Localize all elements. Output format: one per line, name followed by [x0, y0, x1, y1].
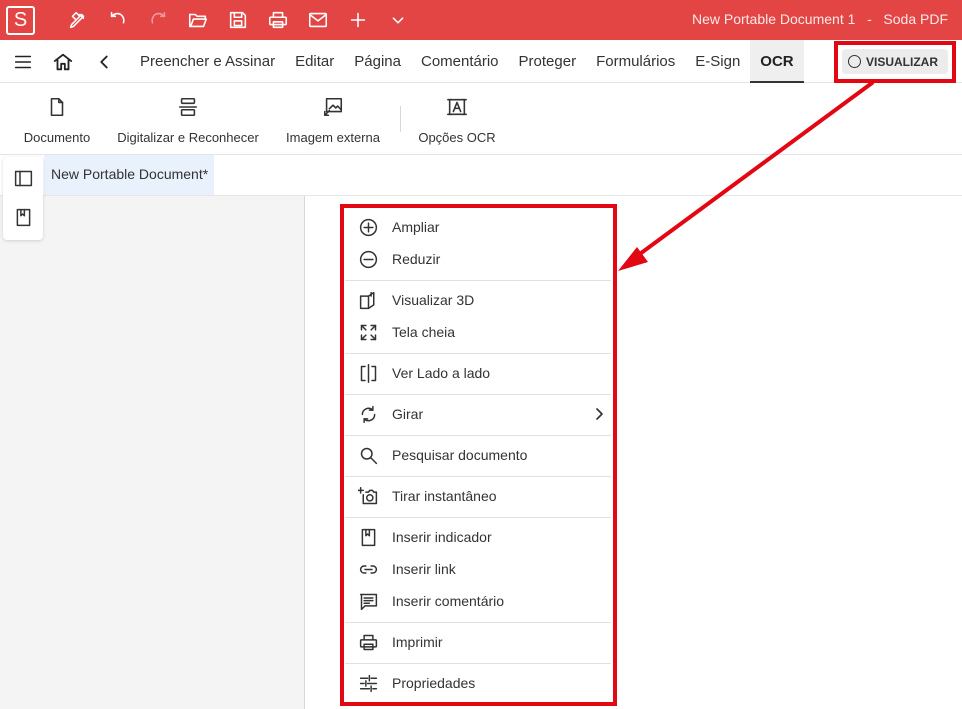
document-name: New Portable Document 1: [691, 11, 856, 27]
tab-e-sign[interactable]: E-Sign: [685, 40, 750, 83]
save-icon[interactable]: [225, 7, 251, 33]
digitalizar-e-reconhecer-button[interactable]: Digitalizar e Reconhecer: [114, 83, 262, 155]
bookmark-icon[interactable]: [12, 206, 34, 228]
highlight-box-context-menu: [340, 204, 617, 706]
tab-pagina[interactable]: Página: [344, 40, 411, 83]
soda-pdf-logo: S: [6, 6, 35, 35]
ribbon-tabs: Preencher e Assinar Editar Página Coment…: [130, 40, 804, 83]
pen-icon[interactable]: [65, 7, 91, 33]
tab-editar[interactable]: Editar: [285, 40, 344, 83]
tab-formularios[interactable]: Formulários: [586, 40, 685, 83]
imagem-externa-label: Imagem externa: [286, 130, 380, 145]
scanner-icon: [177, 96, 199, 123]
window-title: New Portable Document 1- Soda PDF: [692, 11, 948, 27]
document-tab[interactable]: New Portable Document*: [44, 155, 214, 195]
panel-toggle-icon[interactable]: [12, 167, 34, 189]
title-separator: -: [867, 11, 872, 27]
redo-icon[interactable]: [145, 7, 171, 33]
digitalizar-label: Digitalizar e Reconhecer: [117, 130, 259, 145]
ribbon-divider: [400, 106, 401, 132]
document-tab-strip: New Portable Document*: [0, 155, 962, 196]
tab-proteger[interactable]: Proteger: [509, 40, 587, 83]
tab-ocr[interactable]: OCR: [750, 40, 804, 83]
ocr-ribbon: Documento Digitalizar e Reconhecer Image…: [0, 83, 962, 155]
back-chevron-icon[interactable]: [92, 50, 116, 74]
chevron-down-icon[interactable]: [385, 7, 411, 33]
menu-bar: Preencher e Assinar Editar Página Coment…: [0, 40, 962, 83]
opcoes-ocr-label: Opções OCR: [418, 130, 496, 145]
app-name: Soda PDF: [883, 11, 948, 27]
undo-icon[interactable]: [105, 7, 131, 33]
document-icon: [46, 96, 68, 123]
highlight-box-visualizar: [834, 41, 956, 83]
email-icon[interactable]: [305, 7, 331, 33]
left-panel: [0, 196, 305, 709]
image-import-icon: [322, 96, 344, 123]
open-folder-icon[interactable]: [185, 7, 211, 33]
home-icon[interactable]: [51, 50, 75, 74]
imagem-externa-button[interactable]: Imagem externa: [282, 83, 384, 155]
plus-icon[interactable]: [345, 7, 371, 33]
documento-button[interactable]: Documento: [18, 83, 96, 155]
side-panel-buttons: [3, 157, 43, 240]
documento-label: Documento: [23, 130, 91, 145]
print-icon[interactable]: [265, 7, 291, 33]
tab-preencher-e-assinar[interactable]: Preencher e Assinar: [130, 40, 285, 83]
hamburger-menu-icon[interactable]: [11, 50, 35, 74]
title-bar: S New Portable Document 1- Soda PDF: [0, 0, 962, 40]
opcoes-ocr-button[interactable]: Opções OCR: [417, 83, 497, 155]
tab-comentario[interactable]: Comentário: [411, 40, 509, 83]
ocr-options-icon: [446, 96, 468, 123]
